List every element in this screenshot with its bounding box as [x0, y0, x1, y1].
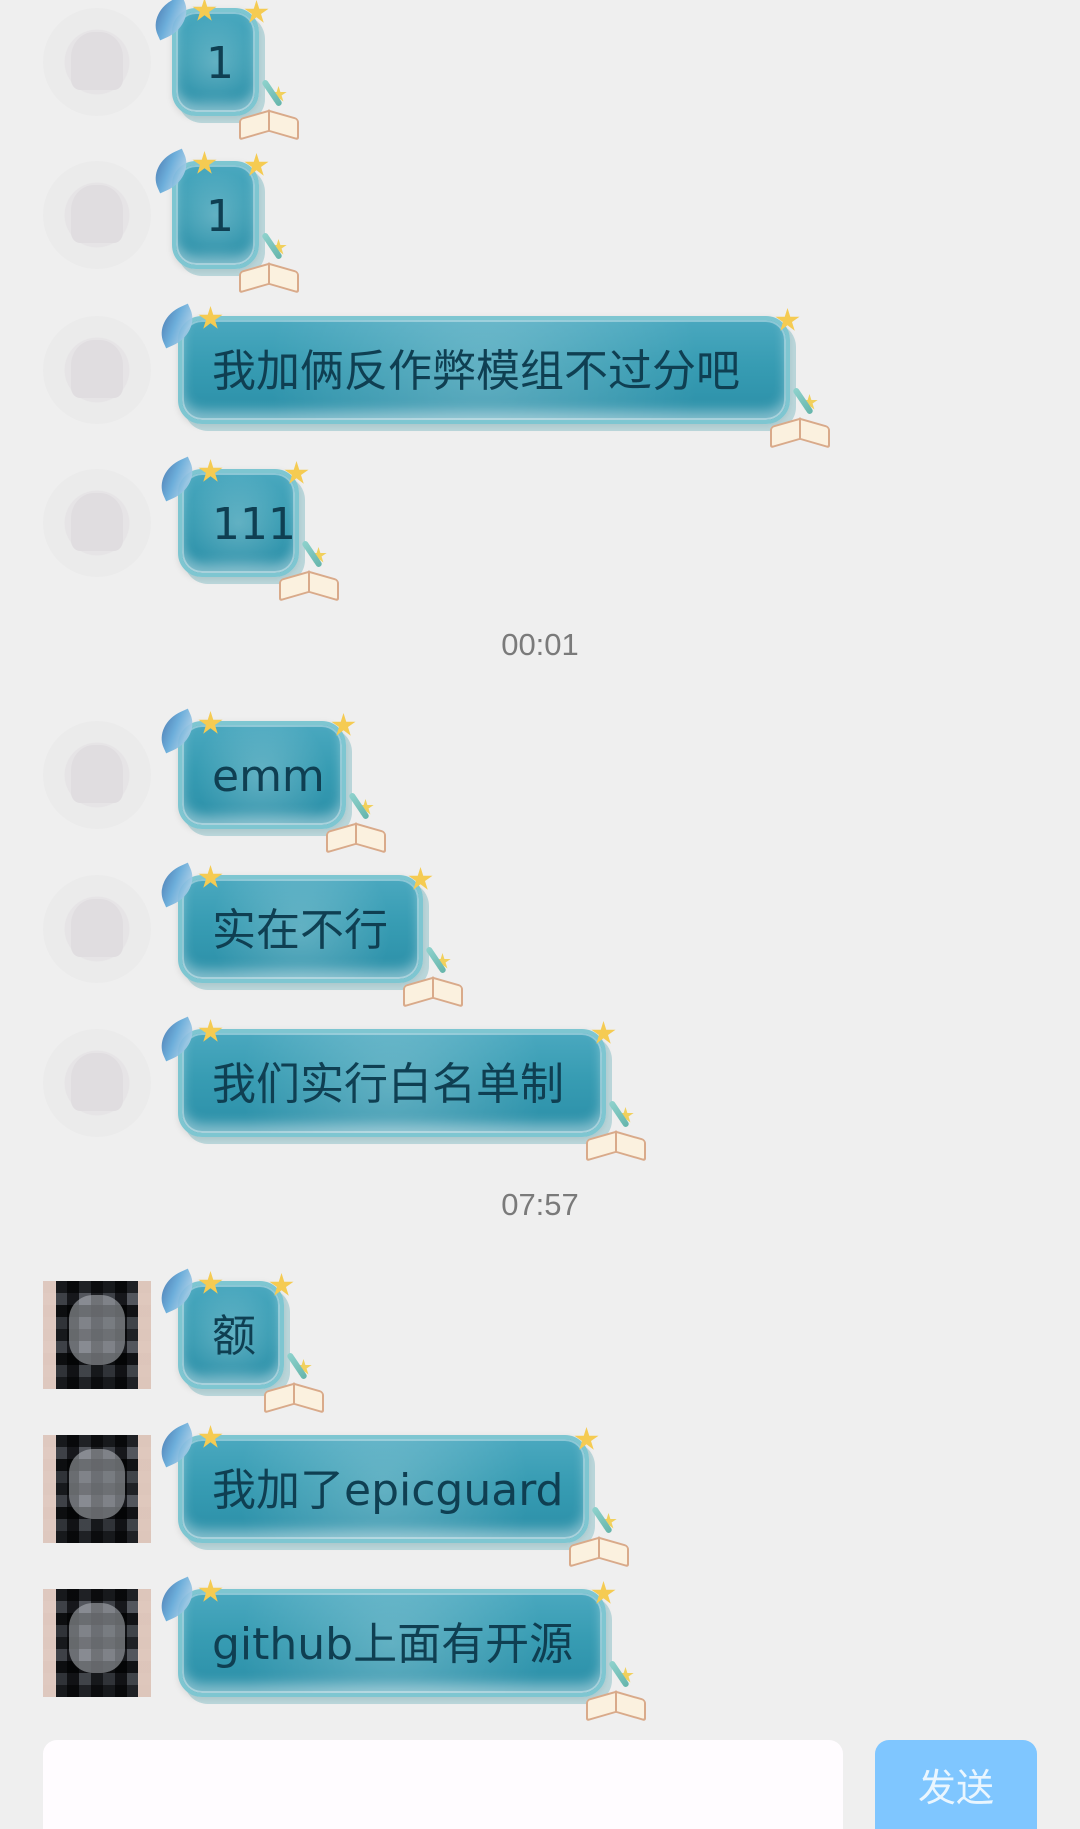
chat-bubble[interactable]: 我加了epicguard: [153, 1422, 617, 1543]
star-decoration-icon: [331, 713, 356, 736]
message-composer: 发送: [0, 1722, 1080, 1829]
star-decoration-icon: [574, 1427, 599, 1450]
feather-decoration-icon: [153, 1016, 201, 1062]
star-decoration-icon: [198, 1019, 223, 1042]
chat-bubble[interactable]: github上面有开源: [153, 1576, 634, 1697]
chat-bubble[interactable]: 111: [153, 456, 327, 577]
message-text: github上面有开源: [212, 1619, 574, 1670]
placeholder-avatar-icon[interactable]: [43, 316, 151, 424]
chat-bubble[interactable]: 我加俩反作弊模组不过分吧: [153, 303, 818, 424]
pixelated-profile-photo[interactable]: [43, 1435, 151, 1543]
open-book-decoration-icon: [239, 101, 299, 136]
pixelated-profile-photo[interactable]: [43, 1281, 151, 1389]
star-decoration-icon: [192, 0, 217, 21]
star-decoration-icon: [591, 1021, 616, 1044]
pixelated-profile-photo[interactable]: [43, 1589, 151, 1697]
feather-decoration-icon: [153, 1422, 201, 1468]
feather-decoration-icon: [147, 148, 195, 194]
star-decoration-icon: [591, 1581, 616, 1604]
message-text: emm: [212, 751, 325, 802]
feather-decoration-icon: [153, 456, 201, 502]
feather-decoration-icon: [153, 303, 201, 349]
open-book-decoration-icon: [586, 1682, 646, 1717]
star-decoration-icon: [775, 308, 800, 331]
message-text: 111: [212, 499, 296, 550]
placeholder-avatar-icon[interactable]: [43, 1029, 151, 1137]
open-book-decoration-icon: [264, 1374, 324, 1409]
placeholder-avatar-icon[interactable]: [43, 8, 151, 116]
chat-bubble[interactable]: 实在不行: [153, 862, 451, 983]
message-text: 我们实行白名单制: [212, 1059, 564, 1110]
open-book-decoration-icon: [279, 562, 339, 597]
chat-bubble[interactable]: 1: [147, 0, 287, 116]
star-decoration-icon: [198, 1271, 223, 1294]
star-decoration-icon: [244, 153, 269, 176]
open-book-decoration-icon: [770, 409, 830, 444]
feather-decoration-icon: [153, 862, 201, 908]
placeholder-avatar-icon[interactable]: [43, 469, 151, 577]
open-book-decoration-icon: [403, 968, 463, 1003]
message-timestamp: 00:01: [501, 627, 579, 662]
star-decoration-icon: [192, 151, 217, 174]
message-input[interactable]: [43, 1740, 843, 1829]
chat-bubble[interactable]: 额: [153, 1268, 312, 1389]
message-text: 额: [212, 1311, 256, 1362]
star-decoration-icon: [269, 1273, 294, 1296]
send-button[interactable]: 发送: [875, 1740, 1037, 1829]
star-decoration-icon: [198, 711, 223, 734]
star-decoration-icon: [244, 0, 269, 23]
message-timestamp: 07:57: [501, 1187, 579, 1222]
placeholder-avatar-icon[interactable]: [43, 721, 151, 829]
placeholder-avatar-icon[interactable]: [43, 161, 151, 269]
message-text: 实在不行: [212, 905, 388, 956]
feather-decoration-icon: [153, 1268, 201, 1314]
chat-bubble[interactable]: 1: [147, 148, 287, 269]
message-text: 1: [206, 38, 234, 89]
star-decoration-icon: [198, 306, 223, 329]
message-text: 1: [206, 191, 234, 242]
star-decoration-icon: [198, 1425, 223, 1448]
star-decoration-icon: [284, 461, 309, 484]
star-decoration-icon: [198, 1579, 223, 1602]
chat-message-list[interactable]: 1 1 我加俩反作弊模组不过分吧 111 00:01 emm 实在不行 我们实行…: [0, 0, 1080, 1722]
star-decoration-icon: [408, 867, 433, 890]
message-text: 我加俩反作弊模组不过分吧: [212, 346, 740, 397]
open-book-decoration-icon: [326, 814, 386, 849]
placeholder-avatar-icon[interactable]: [43, 875, 151, 983]
star-decoration-icon: [198, 459, 223, 482]
chat-bubble[interactable]: emm: [153, 708, 374, 829]
feather-decoration-icon: [153, 708, 201, 754]
star-decoration-icon: [198, 865, 223, 888]
open-book-decoration-icon: [239, 254, 299, 289]
message-text: 我加了epicguard: [212, 1465, 564, 1516]
open-book-decoration-icon: [569, 1528, 629, 1563]
feather-decoration-icon: [147, 0, 195, 41]
feather-decoration-icon: [153, 1576, 201, 1622]
open-book-decoration-icon: [586, 1122, 646, 1157]
chat-bubble[interactable]: 我们实行白名单制: [153, 1016, 634, 1137]
